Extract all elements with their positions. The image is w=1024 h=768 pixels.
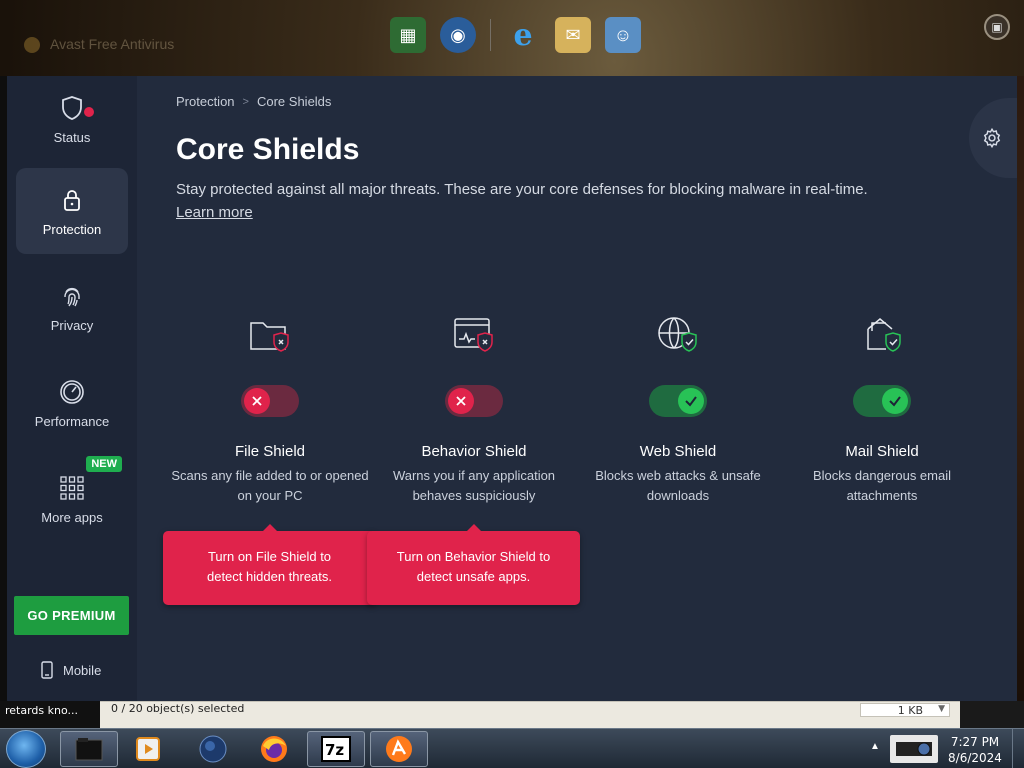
- selection-count: 0 / 20 object(s) selected: [111, 702, 245, 715]
- taskbar-app-thunderbird[interactable]: [184, 731, 242, 767]
- new-badge: NEW: [86, 456, 122, 472]
- sidebar-item-privacy[interactable]: Privacy: [16, 264, 128, 350]
- mail-shield-card: Mail Shield Blocks dangerous email attac…: [782, 311, 982, 506]
- sidebar-item-status[interactable]: Status: [16, 76, 128, 162]
- file-shield-toggle[interactable]: [241, 385, 299, 417]
- fingerprint-icon: [64, 287, 80, 306]
- sidebar-item-protection[interactable]: Protection: [16, 168, 128, 254]
- shield-alert-icon: [62, 95, 82, 120]
- breadcrumb-protection-link[interactable]: Protection: [176, 94, 235, 109]
- gear-icon: [983, 127, 1001, 149]
- web-shield-toggle[interactable]: [649, 385, 707, 417]
- sidebar: Status Protection Privacy Performance NE…: [7, 76, 137, 701]
- quick-launch-bar: ▦ ◉ e ✉ ☺: [390, 10, 641, 60]
- shield-description: Warns you if any application behaves sus…: [392, 468, 556, 503]
- show-desktop-button[interactable]: [1012, 729, 1024, 768]
- chevron-down-icon: ▼: [938, 704, 945, 714]
- 7zip-icon: 7z: [321, 736, 351, 762]
- shield-name: Mail Shield: [845, 443, 919, 460]
- firefox-icon: [261, 736, 287, 762]
- right-edge: [1016, 76, 1024, 701]
- projector-icon: [896, 742, 932, 756]
- lock-icon: [64, 189, 80, 211]
- clock-time: 7:27 PM: [950, 735, 1000, 749]
- sidebar-item-performance[interactable]: Performance: [16, 360, 128, 446]
- close-icon: [456, 396, 466, 406]
- internet-explorer-icon[interactable]: e: [505, 17, 541, 53]
- toggle-knob: [448, 388, 474, 414]
- status-bar-main: 0 / 20 object(s) selected 1 KB ▼: [100, 701, 960, 728]
- explorer-status-bar: retards kno... 0 / 20 object(s) selected…: [0, 701, 1024, 728]
- app-window-shield-icon: [454, 318, 493, 352]
- behavior-shield-tooltip: Turn on Behavior Shield to detect unsafe…: [367, 524, 580, 605]
- toggle-knob: [244, 388, 270, 414]
- toggle-knob: [678, 388, 704, 414]
- file-shield-card: File Shield Scans any file added to or o…: [170, 311, 370, 506]
- alert-indicator: [83, 106, 95, 118]
- briefcase-icon[interactable]: ▣: [984, 14, 1010, 40]
- chevron-right-icon: >: [242, 95, 249, 108]
- mobile-phone-icon: [41, 661, 53, 679]
- shield-name: File Shield: [234, 443, 306, 460]
- globe-shield-icon: [658, 317, 697, 352]
- taskbar-app-avast[interactable]: [370, 731, 428, 767]
- speedometer-icon: [60, 379, 84, 404]
- avast-logo-icon: [24, 37, 40, 54]
- folder-dark-icon: [75, 738, 103, 761]
- avast-window: Status Protection Privacy Performance NE…: [7, 76, 1017, 701]
- quick-launch-separator: [490, 19, 491, 51]
- folder-shield-icon: [250, 322, 289, 352]
- checkmark-icon: [685, 396, 697, 407]
- shield-description: Blocks web attacks & unsafe downloads: [595, 468, 761, 503]
- apps-grid-icon: [60, 475, 84, 500]
- media-player-icon: [136, 737, 160, 761]
- toggle-knob: [882, 388, 908, 414]
- file-shield-tooltip: Turn on File Shield to detect hidden thr…: [163, 524, 376, 605]
- shield-description: Scans any file added to or opened on you…: [171, 468, 369, 503]
- sidebar-item-more-apps[interactable]: NEW More apps: [16, 456, 128, 542]
- settings-button[interactable]: [969, 98, 1017, 178]
- shield-name: Web Shield: [639, 443, 717, 460]
- learn-more-link[interactable]: Learn more: [176, 204, 253, 221]
- left-edge: [0, 76, 7, 701]
- system-clock[interactable]: 7:27 PM 8/6/2024: [946, 734, 1004, 766]
- taskbar-app-7zip[interactable]: 7z: [307, 731, 365, 767]
- shield-description: Blocks dangerous email attachments: [812, 468, 952, 503]
- tray-expand-icon[interactable]: ▲: [870, 741, 880, 752]
- mail-shield-icon: [867, 318, 901, 352]
- clock-date: 8/6/2024: [948, 751, 1002, 765]
- spreadsheet-app-icon[interactable]: ▦: [390, 17, 426, 53]
- page-description: Stay protected against all major threats…: [176, 181, 868, 221]
- tray-app-icon[interactable]: [890, 735, 938, 763]
- page-title: Core Shields: [176, 133, 360, 166]
- shield-name: Behavior Shield: [421, 443, 527, 460]
- close-icon: [252, 396, 262, 406]
- mail-shield-toggle[interactable]: [853, 385, 911, 417]
- globe-dark-icon: [199, 735, 227, 763]
- globe-download-icon[interactable]: ◉: [440, 17, 476, 53]
- go-premium-button[interactable]: GO PREMIUM: [14, 596, 129, 635]
- checkmark-icon: [889, 396, 901, 407]
- breadcrumb: Protection > Core Shields: [176, 94, 331, 109]
- start-button[interactable]: [6, 730, 46, 768]
- background-window-label[interactable]: retards kno...: [0, 701, 100, 728]
- users-icon[interactable]: ☺: [605, 17, 641, 53]
- mobile-link[interactable]: Mobile: [41, 661, 101, 679]
- behavior-shield-card: Behavior Shield Warns you if any applica…: [374, 311, 574, 506]
- taskbar-app-explorer[interactable]: [60, 731, 118, 767]
- background-window-title: Avast Free Antivirus: [24, 36, 174, 54]
- avast-logo-icon: [386, 736, 412, 762]
- taskbar-app-media-player[interactable]: [119, 731, 177, 767]
- breadcrumb-current: Core Shields: [256, 94, 332, 109]
- svg-text:7z: 7z: [325, 741, 344, 759]
- taskbar-app-firefox[interactable]: [245, 731, 303, 767]
- size-dropdown[interactable]: 1 KB ▼: [860, 703, 950, 717]
- behavior-shield-toggle[interactable]: [445, 385, 503, 417]
- taskbar: 7z ▲ 7:27 PM 8/6/2024: [0, 728, 1024, 768]
- mail-envelope-icon[interactable]: ✉: [555, 17, 591, 53]
- web-shield-card: Web Shield Blocks web attacks & unsafe d…: [578, 311, 778, 506]
